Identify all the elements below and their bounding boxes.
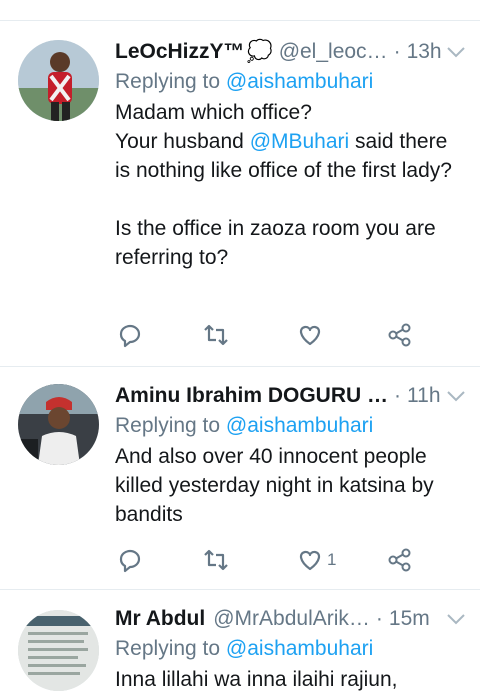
body-mention[interactable]: @MBuhari — [250, 130, 350, 153]
retweet-icon[interactable] — [203, 545, 229, 575]
avatar-mr-abdul[interactable] — [18, 610, 99, 691]
tweet-text: Inna lillahi wa inna ilaihi rajiun, — [115, 668, 398, 691]
tweet-time[interactable]: 13h — [407, 40, 442, 64]
tweet-header: Aminu Ibrahim DOGURU … · 11h — [115, 381, 466, 411]
tweet-actions: 1 — [115, 545, 415, 575]
author-handle[interactable]: @el_leoc… — [279, 40, 388, 64]
replying-to-mention[interactable]: @aishambuhari — [226, 70, 373, 93]
tweet-1[interactable]: LeOcHizzY™ 💭 @el_leoc… · 13h Replying to… — [0, 21, 480, 367]
separator-dot: · — [393, 40, 401, 63]
retweet-icon[interactable] — [203, 320, 229, 350]
tweet-time[interactable]: 11h — [407, 384, 440, 408]
tweet-2[interactable]: Aminu Ibrahim DOGURU … · 11h Replying to… — [0, 367, 480, 590]
author-name[interactable]: Mr Abdul — [115, 607, 205, 631]
tweet-actions — [115, 320, 415, 350]
tweet-text: And also over 40 innocent people killed … — [115, 445, 440, 526]
chevron-down-icon[interactable] — [446, 384, 466, 408]
tweet-header: Mr Abdul @MrAbdulArik… · 15m — [115, 604, 466, 634]
separator-dot: · — [394, 384, 402, 407]
avatar-image — [18, 40, 99, 121]
tweet-3[interactable]: Mr Abdul @MrAbdulArik… · 15m Replying to… — [0, 590, 480, 697]
avatar-image — [18, 610, 99, 691]
like-count: 1 — [327, 550, 337, 569]
heart-icon[interactable] — [297, 320, 327, 350]
replying-prefix: Replying to — [115, 414, 221, 437]
tweet-text: Madam which office? Your husband @MBuhar… — [115, 98, 466, 272]
replying-to-line: Replying to @aishambuhari — [115, 68, 466, 96]
previous-tweet-edge — [0, 0, 480, 21]
avatar-aminu[interactable] — [18, 384, 99, 465]
tweet-header: LeOcHizzY™ 💭 @el_leoc… · 13h — [115, 37, 466, 67]
tweet-time[interactable]: 15m — [389, 607, 430, 631]
replying-to-line: Replying to @aishambuhari — [115, 635, 466, 663]
replying-to-line: Replying to @aishambuhari — [115, 412, 466, 440]
author-name[interactable]: LeOcHizzY™ — [115, 40, 245, 64]
chevron-down-icon[interactable] — [446, 40, 466, 64]
replying-to-mention[interactable]: @aishambuhari — [226, 637, 373, 660]
heart-icon[interactable]: 1 — [297, 545, 336, 575]
replying-prefix: Replying to — [115, 637, 221, 660]
emoji-bubble-icon: 💭 — [246, 40, 273, 63]
reply-icon[interactable] — [117, 545, 143, 575]
author-handle[interactable]: @MrAbdulArik… — [213, 607, 370, 631]
separator-dot: · — [375, 607, 383, 630]
share-icon[interactable] — [387, 320, 413, 350]
replying-prefix: Replying to — [115, 70, 221, 93]
avatar-leochizzy[interactable] — [18, 40, 99, 121]
replying-to-mention[interactable]: @aishambuhari — [226, 414, 373, 437]
reply-icon[interactable] — [117, 320, 143, 350]
author-name[interactable]: Aminu Ibrahim DOGURU … — [115, 384, 388, 408]
chevron-down-icon[interactable] — [446, 607, 466, 631]
share-icon[interactable] — [387, 545, 413, 575]
avatar-image — [18, 384, 99, 465]
